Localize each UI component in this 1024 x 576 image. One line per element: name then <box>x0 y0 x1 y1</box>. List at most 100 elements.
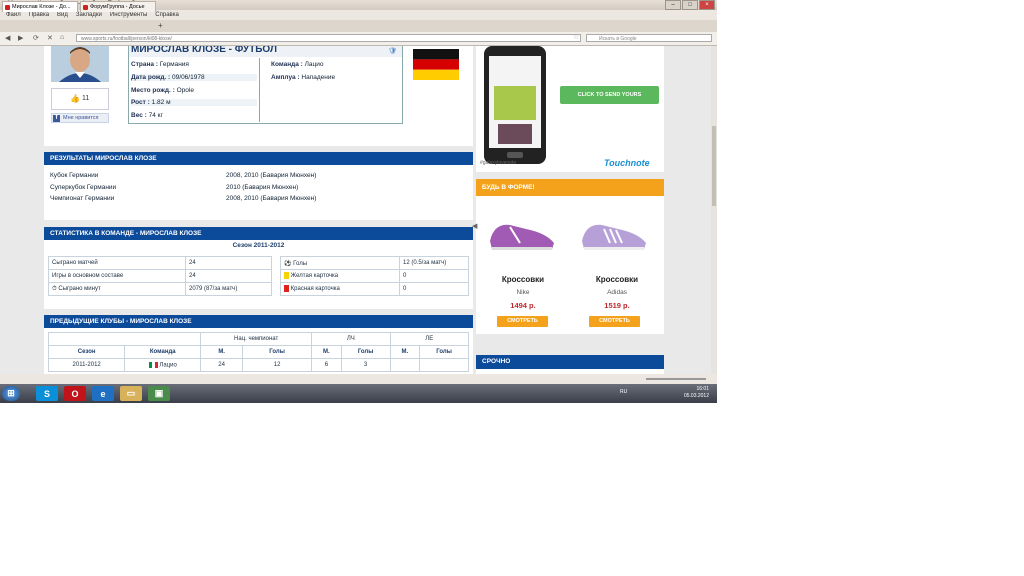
result-trophy: Кубок Германии <box>50 172 99 179</box>
facebook-like-button[interactable]: f Мне нравится <box>51 113 109 123</box>
stat-value: 24 <box>185 256 272 270</box>
col-season: Сезон <box>47 345 126 359</box>
search-input[interactable]: Искать в Google <box>586 34 712 42</box>
menu-bookmarks[interactable]: Закладки <box>76 12 102 18</box>
field-height: Рост : 1.82 м <box>131 99 257 106</box>
cell-value: 6 <box>311 358 342 372</box>
shop-panel: БУДЬ В ФОРМЕ! ◀ Кроссовки Nike 1494 р. С… <box>472 179 664 334</box>
skype-icon[interactable]: S <box>36 386 58 401</box>
result-years: 2010 (Бавария Мюнхен) <box>226 184 299 191</box>
stats-right-table: ⚽ Голы 12 (0.5/за матч) Желтая карточка 0 … <box>280 256 469 296</box>
product-brand: Nike <box>516 289 530 296</box>
field-weight: Вес : 74 кг <box>131 112 163 119</box>
urgent-panel: СРОЧНО <box>476 355 664 374</box>
result-trophy: Суперкубок Германии <box>50 184 117 191</box>
season-label: Сезон 2011-2012 <box>232 242 285 249</box>
window-controls: – □ × <box>665 0 715 10</box>
scrollbar-thumb[interactable] <box>712 126 716 206</box>
tab-active[interactable]: Мирослав Клозе - До... <box>2 1 78 12</box>
club-crest-icon: 🛡 <box>388 48 397 55</box>
team-stats-header: СТАТИСТИКА В КОМАНДЕ - МИРОСЛАВ КЛОЗЕ <box>44 227 473 240</box>
stat-label: Игры в основном составе <box>48 269 186 283</box>
clubs-header: ПРЕДЫДУЩИЕ КЛУБЫ - МИРОСЛАВ КЛОЗЕ <box>44 315 473 328</box>
product-name[interactable]: Кроссовки <box>570 275 664 284</box>
menu-file[interactable]: Файл <box>6 12 21 18</box>
phone-ad[interactable]: CLICK TO SEND YOURS #galaxylovenote Touc… <box>476 46 664 172</box>
shoe-image[interactable] <box>486 217 558 253</box>
view-product-button[interactable]: СМОТРЕТЬ <box>497 316 548 327</box>
stat-value: 2079 (87/за матч) <box>185 282 272 296</box>
bookmark-star-icon[interactable]: ☆ <box>573 33 579 41</box>
new-tab-icon[interactable]: + <box>158 21 163 30</box>
home-icon[interactable]: ⌂ <box>60 34 64 41</box>
red-card-icon <box>284 285 289 293</box>
col-team: Команда <box>124 345 202 359</box>
stat-label: Сыграно минут <box>58 285 101 292</box>
screenshot: Мирослав Клозе - Досье - Футбол - Firefo… <box>0 0 717 403</box>
carousel-left-icon[interactable]: ◀ <box>472 222 477 230</box>
page-viewport: 👍 11 f Мне нравится МИРОСЛАВ КЛОЗЕ - ФУТ… <box>0 46 711 374</box>
cell-value: 12 <box>242 358 313 372</box>
close-button[interactable]: × <box>699 0 715 10</box>
thumbs-up-icon: 👍 <box>70 94 80 103</box>
menu-view[interactable]: Вид <box>57 12 68 18</box>
clock[interactable]: 16:01 05.03.2012 <box>684 386 709 400</box>
ad-brand: Touchnote <box>604 158 650 168</box>
maximize-button[interactable]: □ <box>682 0 698 10</box>
yellow-card-icon <box>284 272 289 280</box>
stat-value: 24 <box>185 269 272 283</box>
menu-edit[interactable]: Правка <box>29 12 49 18</box>
result-years: 2008, 2010 (Бавария Мюнхен) <box>226 172 317 179</box>
product-price: 1494 р. <box>510 301 536 310</box>
stat-label-yellow: Желтая карточка <box>280 269 400 283</box>
cell-value: 3 <box>340 358 391 372</box>
result-years: 2008, 2010 (Бавария Мюнхен) <box>226 195 317 202</box>
player-name: МИРОСЛАВ КЛОЗЕ - ФУТБОЛ <box>129 46 402 57</box>
product-price: 1519 р. <box>604 301 630 310</box>
stat-label-red: Красная карточка <box>280 282 400 296</box>
ad-hashtag: #galaxylovenote <box>480 160 517 166</box>
stat-value: 0 <box>399 269 469 283</box>
cell-value: 24 <box>200 358 244 372</box>
stat-label-minutes: ⏱ Сыграно минут <box>48 282 186 296</box>
like-counter[interactable]: 👍 11 <box>51 88 109 110</box>
facebook-icon: f <box>53 115 60 122</box>
view-product-button[interactable]: СМОТРЕТЬ <box>589 316 640 327</box>
app-icon[interactable]: ▣ <box>148 386 170 401</box>
back-icon[interactable]: ◀ <box>5 34 10 42</box>
language-indicator[interactable]: RU <box>620 389 627 395</box>
minimize-button[interactable]: – <box>665 0 681 10</box>
menu-help[interactable]: Справка <box>155 12 179 18</box>
internet-explorer-icon[interactable]: e <box>92 386 114 401</box>
address-bar[interactable]: www.sports.ru/football/person/kl08-klose… <box>76 34 581 42</box>
page-scrollbar[interactable] <box>711 46 717 374</box>
ad-cta-button[interactable]: CLICK TO SEND YOURS <box>560 86 659 104</box>
field-country: Страна : Германия <box>131 61 189 68</box>
player-panel: 👍 11 f Мне нравится МИРОСЛАВ КЛОЗЕ - ФУТ… <box>44 46 473 146</box>
stat-label: Красная карточка <box>290 286 340 293</box>
taskbar: ⊞ S O e ▭ ▣ RU 16:01 05.03.2012 <box>0 384 717 403</box>
start-button[interactable]: ⊞ <box>2 386 20 401</box>
stats-left-table: Сыграно матчей 24 Игры в основном составе… <box>48 256 272 296</box>
forward-icon[interactable]: ▶ <box>18 34 23 42</box>
group-national: Нац. чемпионат <box>200 332 313 346</box>
folder-icon[interactable]: ▭ <box>120 386 142 401</box>
reload-icon[interactable]: ⟳ <box>33 34 39 42</box>
group-el: ЛЕ <box>389 332 470 346</box>
tab-label: Мирослав Клозе - До... <box>12 4 71 10</box>
zoom-slider[interactable] <box>646 378 706 380</box>
shop-header: БУДЬ В ФОРМЕ! <box>476 179 664 196</box>
tab-strip <box>0 20 717 32</box>
col-m: М. <box>311 345 342 359</box>
shoe-image[interactable] <box>578 217 650 253</box>
field-birthdate: Дата рожд. : 09/06/1978 <box>131 74 257 81</box>
tab-inactive[interactable]: ФорумГруппа - Досье <box>80 1 156 12</box>
result-trophy: Чемпионат Германии <box>50 195 115 202</box>
team-link[interactable]: Лацио <box>159 362 176 368</box>
opera-icon[interactable]: O <box>64 386 86 401</box>
product-name[interactable]: Кроссовки <box>476 275 570 284</box>
like-count: 11 <box>82 95 90 102</box>
menu-tools[interactable]: Инструменты <box>110 12 147 18</box>
stop-icon[interactable]: ✕ <box>47 34 53 42</box>
fb-like-label: Мне нравится <box>63 115 99 121</box>
